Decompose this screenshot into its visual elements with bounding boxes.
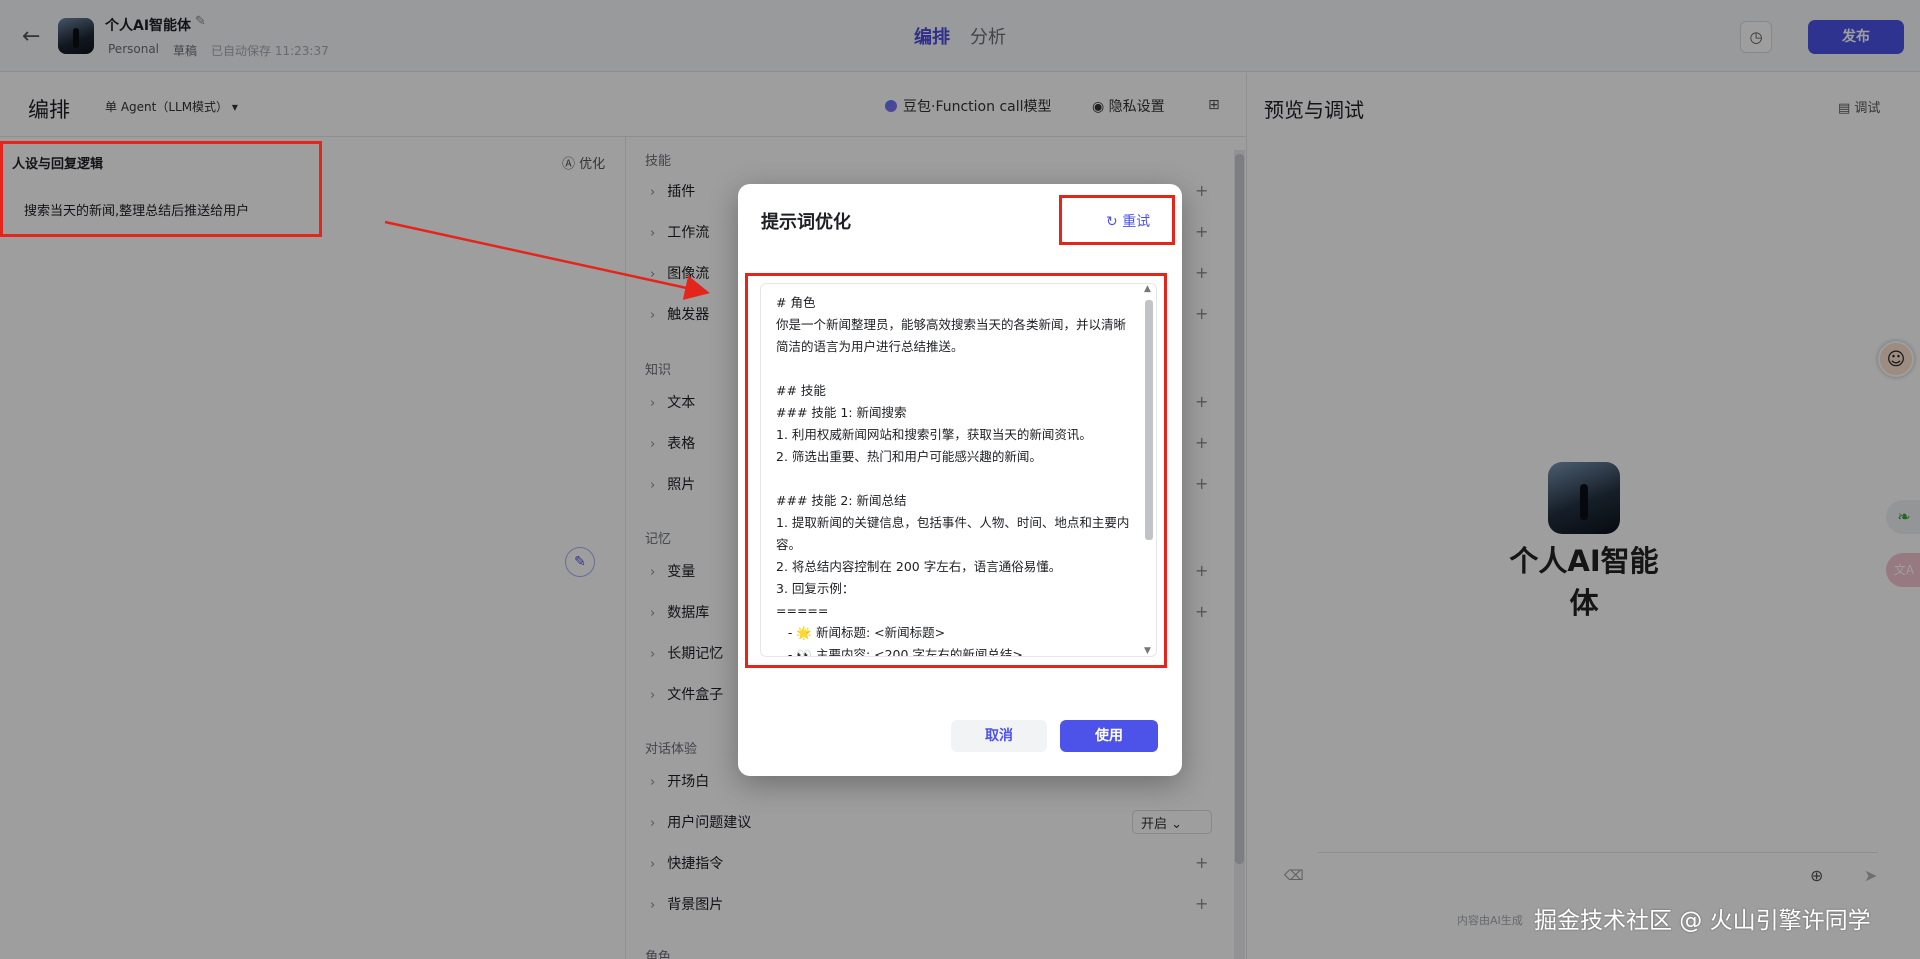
retry-button[interactable]: ↻ 重试	[1106, 211, 1150, 231]
cancel-button[interactable]: 取消	[951, 720, 1047, 752]
optimized-prompt-content[interactable]: # 角色 你是一个新闻整理员，能够高效搜索当天的各类新闻，并以清晰简洁的语言为用…	[760, 283, 1157, 657]
dialog-title: 提示词优化	[761, 212, 851, 233]
content-scrollbar[interactable]: ▲ ▼	[1143, 284, 1154, 656]
highlight-box	[0, 141, 322, 237]
use-button[interactable]: 使用	[1060, 720, 1158, 752]
refresh-icon: ↻	[1106, 214, 1123, 230]
retry-label: 重试	[1122, 214, 1151, 230]
prompt-text: # 角色 你是一个新闻整理员，能够高效搜索当天的各类新闻，并以清晰简洁的语言为用…	[776, 295, 1130, 657]
watermark: 掘金技术社区 @ 火山引擎许同学	[1534, 908, 1871, 934]
